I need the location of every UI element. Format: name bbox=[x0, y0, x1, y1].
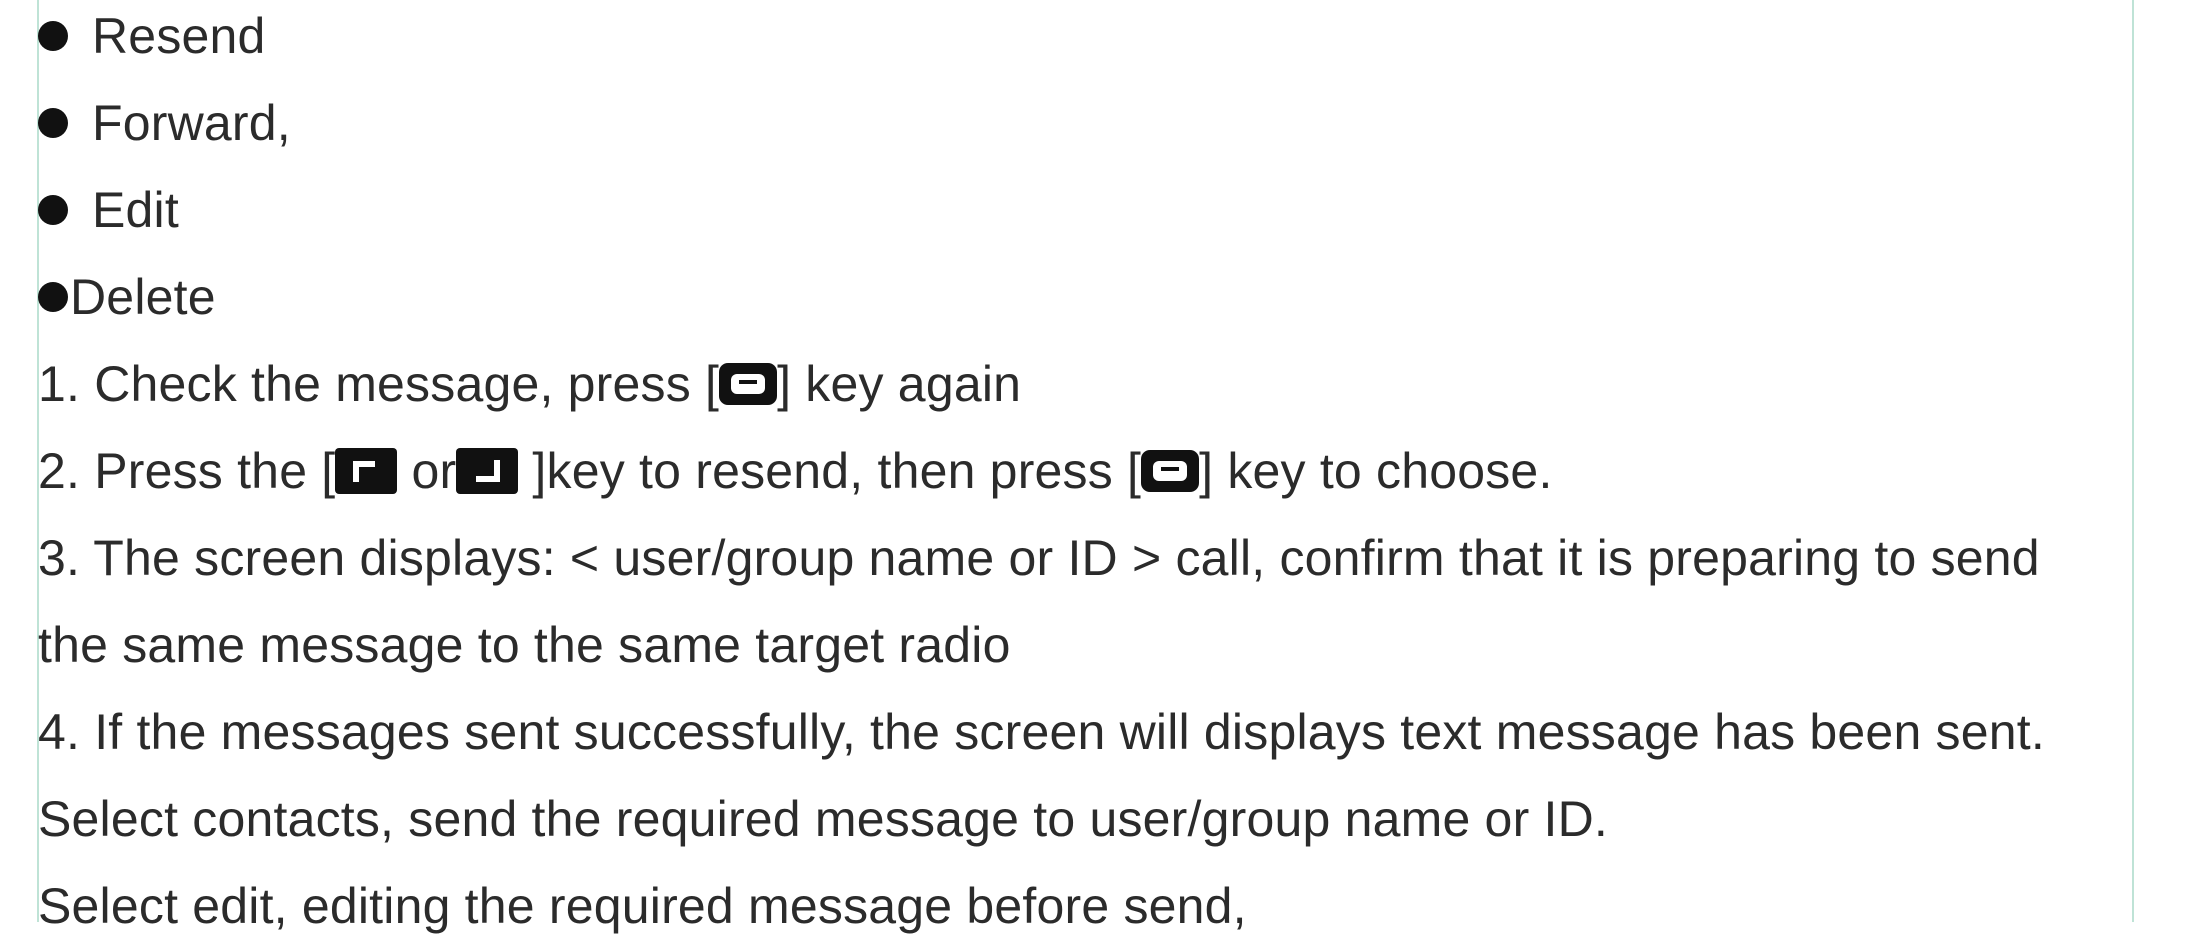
left-soft-key-icon bbox=[335, 447, 398, 494]
bullet-label: Edit bbox=[92, 182, 179, 238]
bullet-icon bbox=[38, 20, 68, 51]
step-2-text-after-keys: ]key to resend, then press [ bbox=[518, 443, 1142, 499]
bullet-icon bbox=[38, 194, 68, 225]
step-2-text-middle: or bbox=[397, 443, 457, 499]
bullet-item-delete: Delete bbox=[38, 267, 216, 327]
bullet-icon bbox=[38, 107, 68, 138]
step-2-text-end: ] key to choose. bbox=[1199, 443, 1553, 499]
step-3-line-1: 3. The screen displays: < user/group nam… bbox=[38, 530, 2040, 586]
step-1-text-after: ] key again bbox=[777, 356, 1022, 412]
step-2-text-before: 2. Press the [ bbox=[38, 443, 336, 499]
manual-page: Resend Forward, Edit Delete 1. Check the… bbox=[0, 0, 2185, 934]
bullet-label: Delete bbox=[70, 269, 216, 325]
step-4: 4. If the messages sent successfully, th… bbox=[38, 704, 2045, 760]
bullet-icon bbox=[38, 281, 68, 312]
note-edit: Select edit, editing the required messag… bbox=[38, 878, 1247, 934]
step-1-text-before: 1. Check the message, press [ bbox=[38, 356, 720, 412]
bullet-label: Resend bbox=[92, 8, 266, 64]
bullet-item-forward: Forward, bbox=[38, 93, 291, 153]
bullet-item-resend: Resend bbox=[38, 6, 266, 66]
menu-key-icon bbox=[719, 362, 778, 405]
step-2: 2. Press the [ or ]key to resend, then p… bbox=[38, 441, 1553, 501]
right-soft-key-icon bbox=[456, 447, 519, 494]
step-1: 1. Check the message, press [ ] key again bbox=[38, 354, 1021, 414]
right-margin-line bbox=[2132, 0, 2134, 922]
step-3-line-2: the same message to the same target radi… bbox=[38, 617, 1011, 673]
bullet-item-edit: Edit bbox=[38, 180, 179, 240]
menu-key-icon bbox=[1141, 449, 1200, 492]
bullet-label: Forward, bbox=[92, 95, 291, 151]
note-contacts: Select contacts, send the required messa… bbox=[38, 791, 1608, 847]
